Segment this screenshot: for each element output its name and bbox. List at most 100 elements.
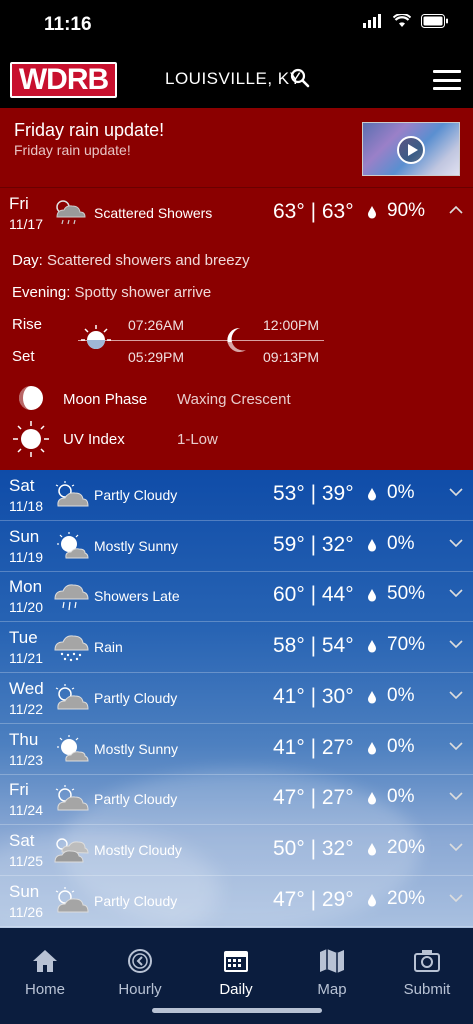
raindrop-icon [368, 640, 376, 653]
tab-map[interactable]: Map [287, 948, 377, 998]
evening-summary: Evening: Spotty shower arrive [12, 284, 211, 301]
mostly-cloudy-icon [54, 838, 89, 863]
raindrop-icon [368, 741, 376, 754]
day-name: Sun [9, 881, 40, 901]
tab-submit[interactable]: Submit [382, 948, 472, 998]
moonset-time: 09:13PM [263, 349, 320, 365]
day-precip: 0% [387, 532, 415, 554]
camera-icon [414, 950, 440, 972]
day-precip: 50% [387, 583, 426, 605]
raindrop-icon [368, 792, 376, 805]
wdrb-logo[interactable]: WDRB [10, 62, 117, 98]
day-temps: 53° | 39° [273, 482, 354, 505]
day-condition: Partly Cloudy [94, 791, 178, 808]
partly-cloudy-icon [55, 886, 89, 913]
forecast-row[interactable]: Thu 11/23 Mostly Sunny 41° | 27° 0% [0, 724, 473, 775]
map-icon [320, 949, 344, 973]
chevron-down-icon[interactable] [449, 538, 463, 548]
hamburger-menu-icon[interactable] [433, 70, 461, 90]
app-header: WDRB LOUISVILLE, KY [0, 50, 473, 108]
today-row[interactable]: Fri 11/17 Scattered Showers 63° | 63° 90… [0, 188, 473, 238]
tab-map-label: Map [317, 981, 347, 998]
raindrop-icon [368, 589, 376, 602]
chevron-down-icon[interactable] [449, 791, 463, 801]
forecast-row[interactable]: Sun 11/19 Mostly Sunny 59° | 32° 0% [0, 521, 473, 572]
day-name: Fri [9, 780, 29, 800]
moon-phase-label: Moon Phase [63, 391, 148, 408]
day-name: Sat [9, 830, 35, 850]
raindrop-icon [368, 206, 376, 219]
day-date: 11/26 [9, 903, 43, 920]
chevron-down-icon[interactable] [449, 893, 463, 903]
alert-title: Friday rain update! [14, 120, 165, 140]
battery-icon [421, 14, 448, 28]
tab-daily-label: Daily [219, 981, 253, 998]
showers-icon [54, 584, 89, 611]
forecast-row[interactable]: Fri 11/24 Partly Cloudy 47° | 27° 0% [0, 774, 473, 826]
day-name: Tue [9, 628, 38, 648]
day-name: Thu [9, 729, 39, 749]
chevron-down-icon[interactable] [449, 842, 463, 852]
raindrop-icon [368, 893, 376, 907]
day-condition: Showers Late [94, 588, 180, 605]
chevron-down-icon[interactable] [449, 487, 463, 497]
day-condition: Partly Cloudy [94, 689, 178, 706]
day-condition: Mostly Cloudy [94, 841, 182, 858]
day-name: Mon [9, 577, 43, 597]
search-icon[interactable] [290, 68, 310, 88]
moon-phase-icon [19, 386, 43, 410]
moonrise-time: 12:00PM [263, 317, 320, 333]
tab-home[interactable]: Home [0, 948, 90, 998]
day-temps: 41° | 27° [273, 735, 354, 759]
day-precip: 20% [387, 887, 426, 909]
day-temps: 41° | 30° [273, 684, 354, 708]
day-date: 11/22 [9, 700, 43, 717]
forecast-row[interactable]: Wed 11/22 Partly Cloudy 41° | 30° 0% [0, 673, 473, 724]
partly-cloudy-icon [55, 481, 89, 507]
tab-hourly[interactable]: Hourly [95, 948, 185, 998]
video-alert-banner[interactable]: Friday rain update! Friday rain update! [0, 108, 473, 188]
status-time: 11:16 [44, 14, 92, 35]
day-summary-label: Day: [12, 252, 43, 269]
day-precip: 20% [387, 836, 426, 858]
forecast-row[interactable]: Tue 11/21 Rain 58° | 54° 70% [0, 622, 473, 674]
uv-index-label: UV Index [63, 431, 125, 448]
mostly-sunny-icon [57, 734, 89, 761]
video-thumbnail[interactable] [362, 122, 460, 176]
forecast-row[interactable]: Sat 11/25 Mostly Cloudy 50° | 32° 20% [0, 825, 473, 876]
day-name: Sun [9, 526, 40, 546]
house-icon [33, 950, 57, 972]
chevron-down-icon[interactable] [449, 690, 463, 700]
forecast-row[interactable]: Sun 11/26 Partly Cloudy 47° | 29° 20% [0, 876, 473, 927]
raindrop-icon [368, 842, 376, 856]
uv-sun-icon [13, 421, 49, 457]
forecast-row[interactable]: Mon 11/20 Showers Late 60° | 44° 50% [0, 571, 473, 623]
tab-hourly-label: Hourly [118, 981, 162, 998]
tab-daily[interactable]: Daily [191, 948, 281, 998]
day-temps: 63° | 63° [273, 200, 354, 223]
evening-summary-text: Spotty shower arrive [74, 284, 212, 301]
day-temps: 60° | 44° [273, 583, 354, 607]
chevron-down-icon[interactable] [449, 639, 463, 649]
chevron-up-icon[interactable] [449, 205, 463, 215]
day-precip: 0% [387, 735, 415, 757]
chevron-down-icon[interactable] [449, 741, 463, 751]
scattered-showers-icon [56, 200, 86, 225]
signal-icon [363, 14, 381, 28]
wifi-icon [393, 14, 411, 27]
day-date: 11/19 [9, 548, 43, 565]
forecast-row[interactable]: Sat 11/18 Partly Cloudy 53° | 39° 0% [0, 470, 473, 521]
home-indicator[interactable] [152, 1008, 322, 1013]
play-icon[interactable] [397, 136, 425, 164]
today-expanded-panel: Fri 11/17 Scattered Showers 63° | 63° 90… [0, 188, 473, 470]
calendar-icon [224, 951, 248, 972]
day-date: 11/18 [9, 498, 43, 514]
chevron-down-icon[interactable] [449, 588, 463, 598]
day-condition: Partly Cloudy [94, 487, 178, 503]
day-temps: 58° | 54° [273, 634, 354, 658]
location-label[interactable]: LOUISVILLE, KY [165, 69, 301, 89]
raindrop-icon [368, 538, 376, 552]
day-temps: 59° | 32° [273, 532, 354, 556]
status-icons [363, 14, 449, 28]
day-date: 11/17 [9, 216, 43, 232]
